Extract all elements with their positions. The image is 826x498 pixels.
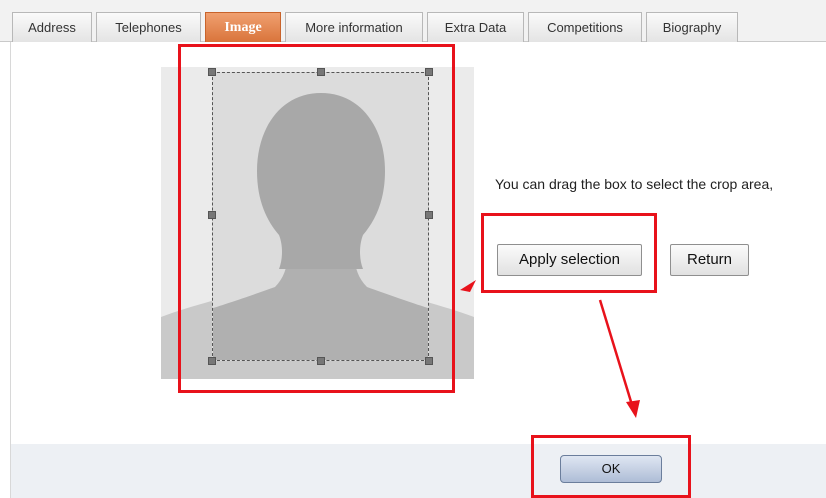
crop-handle-top-left[interactable] (208, 68, 216, 76)
person-silhouette-icon (213, 93, 428, 360)
crop-handle-right[interactable] (425, 211, 433, 219)
tab-list: Address Telephones Image More informatio… (12, 12, 742, 42)
crop-handle-bottom-right[interactable] (425, 357, 433, 365)
crop-handle-bottom-left[interactable] (208, 357, 216, 365)
crop-selection-box[interactable] (212, 72, 429, 361)
crop-handle-left[interactable] (208, 211, 216, 219)
crop-hint-text: You can drag the box to select the crop … (495, 176, 774, 192)
tab-extra-data[interactable]: Extra Data (427, 12, 524, 42)
crop-handle-top-right[interactable] (425, 68, 433, 76)
tab-competitions[interactable]: Competitions (528, 12, 642, 42)
dialog-footer (10, 444, 826, 498)
tab-more-information[interactable]: More information (285, 12, 423, 42)
tab-address[interactable]: Address (12, 12, 92, 42)
crop-handle-top[interactable] (317, 68, 325, 76)
tab-biography[interactable]: Biography (646, 12, 738, 42)
tab-image[interactable]: Image (205, 12, 281, 42)
crop-handle-bottom[interactable] (317, 357, 325, 365)
tab-bar: Address Telephones Image More informatio… (0, 0, 826, 42)
ok-button[interactable]: OK (560, 455, 662, 483)
tab-telephones[interactable]: Telephones (96, 12, 201, 42)
apply-selection-button[interactable]: Apply selection (497, 244, 642, 276)
return-button[interactable]: Return (670, 244, 749, 276)
